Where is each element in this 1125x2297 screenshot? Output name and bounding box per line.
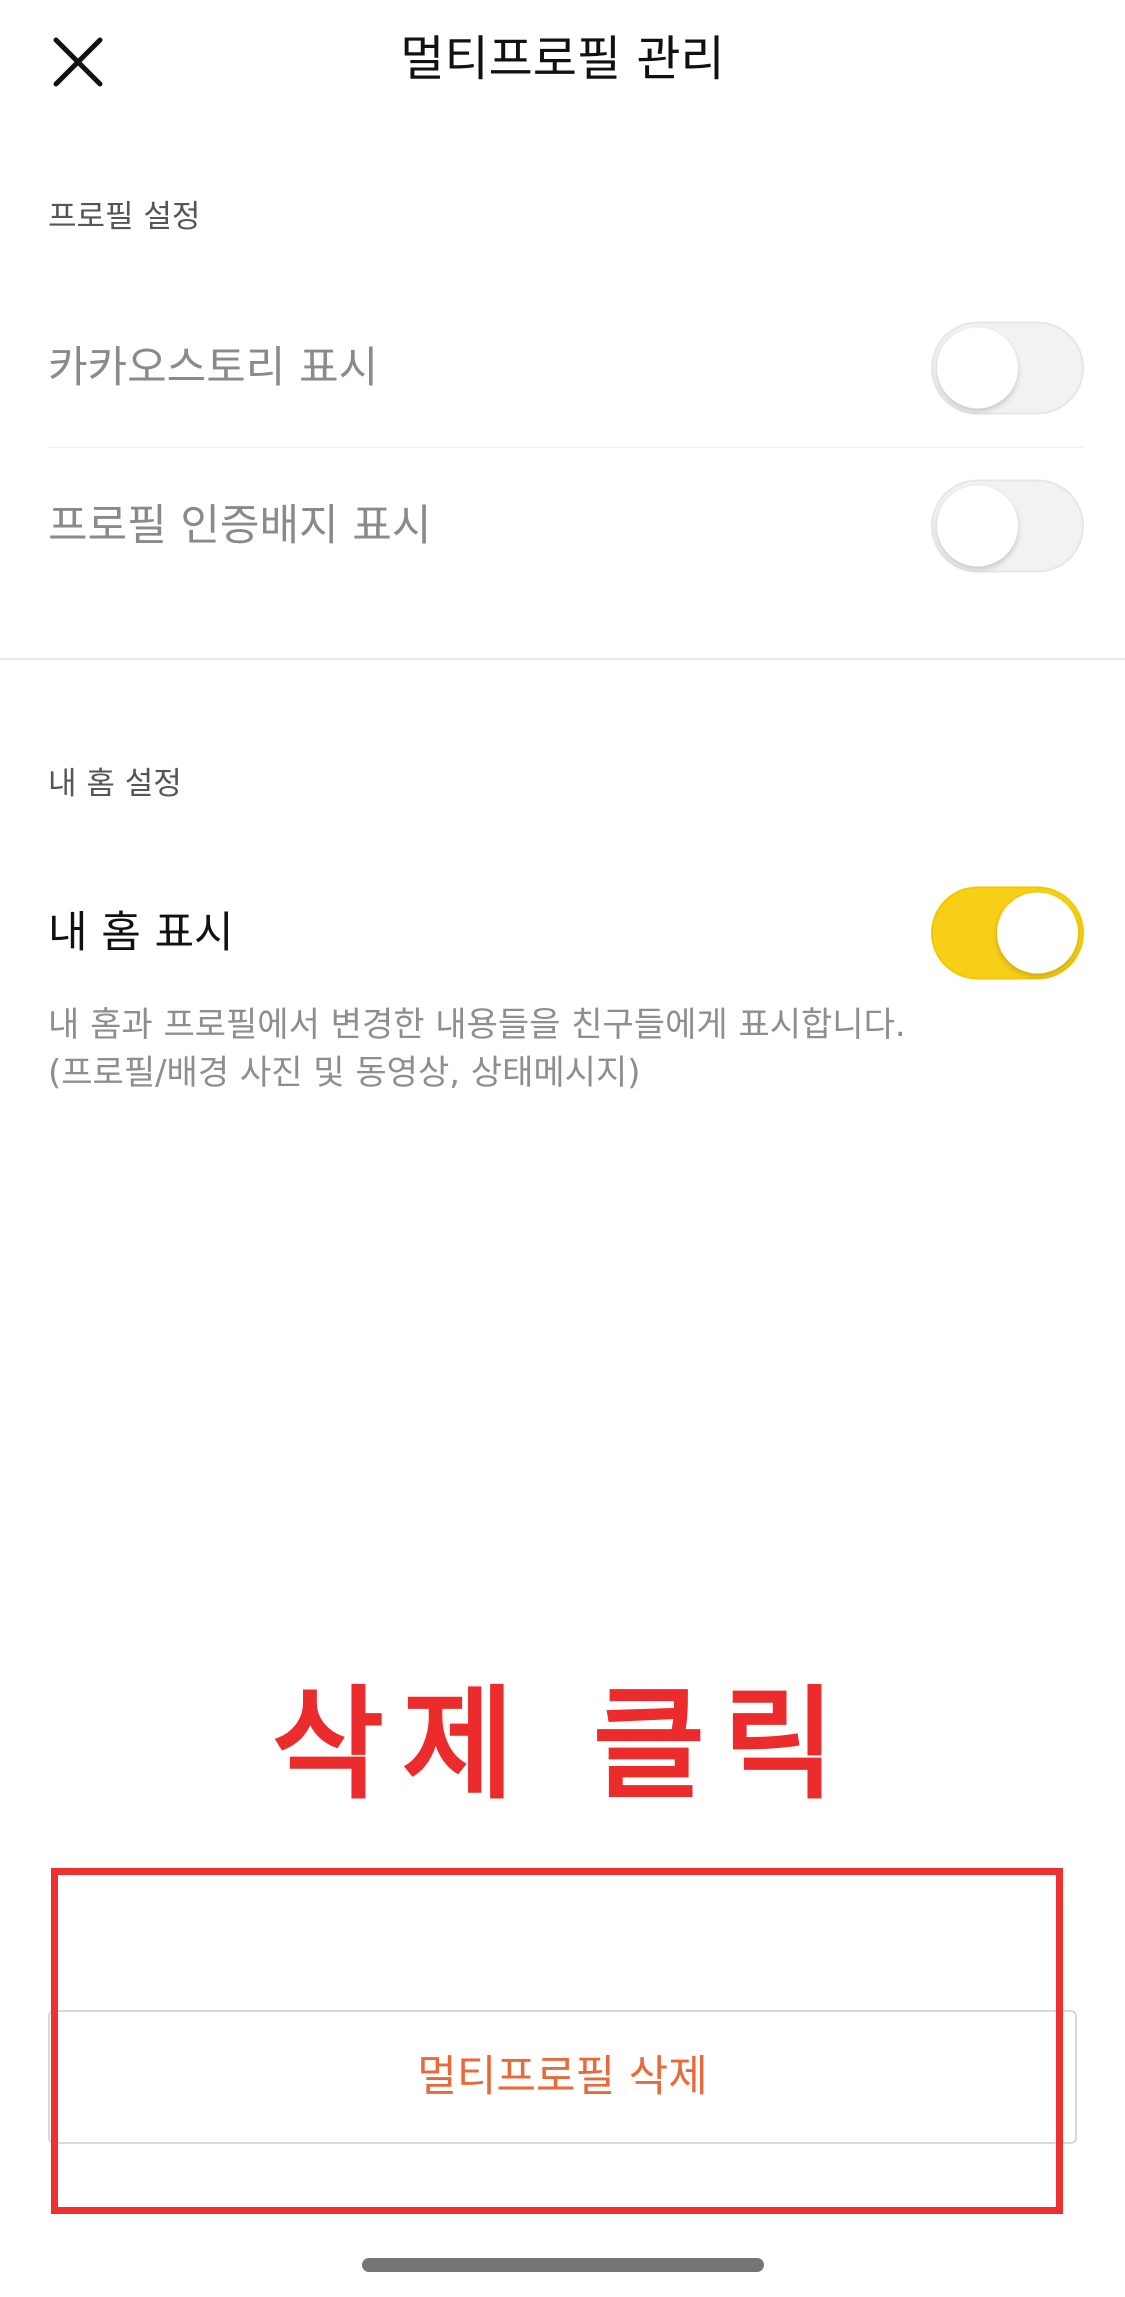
- section-divider: [0, 658, 1125, 660]
- delete-multiprofile-button[interactable]: 멀티프로필 삭제: [48, 2010, 1077, 2144]
- description-line: (프로필/배경 사진 및 동영상, 상태메시지): [48, 1053, 641, 1093]
- setting-label-verified-badge: 프로필 인증배지 표시: [48, 501, 432, 551]
- toggle-kakaostory[interactable]: [931, 321, 1084, 415]
- toggle-home-display[interactable]: [931, 886, 1084, 980]
- setting-row-kakaostory: 카카오스토리 표시: [48, 318, 1084, 418]
- header-bar: 멀티프로필 관리: [0, 0, 1125, 120]
- toggle-verified-badge[interactable]: [931, 479, 1084, 573]
- row-divider: [48, 447, 1083, 448]
- description-line: 내 홈과 프로필에서 변경한 내용들을 친구들에게 표시합니다.: [48, 1005, 906, 1045]
- page-title: 멀티프로필 관리: [400, 31, 725, 87]
- section-label-home: 내 홈 설정: [48, 766, 182, 802]
- setting-label-home-display: 내 홈 표시: [48, 908, 234, 958]
- toggle-knob: [937, 485, 1018, 567]
- section-label-profile: 프로필 설정: [48, 199, 201, 235]
- home-display-description: 내 홈과 프로필에서 변경한 내용들을 친구들에게 표시합니다. (프로필/배경…: [48, 1001, 1078, 1097]
- annotation-label: 삭제 클릭: [271, 1674, 854, 1816]
- toggle-knob: [937, 327, 1018, 409]
- home-indicator: [362, 2258, 764, 2272]
- setting-row-verified-badge: 프로필 인증배지 표시: [48, 476, 1084, 576]
- setting-row-home-display: 내 홈 표시: [48, 883, 1084, 983]
- toggle-knob: [997, 892, 1078, 974]
- setting-label-kakaostory: 카카오스토리 표시: [48, 343, 379, 393]
